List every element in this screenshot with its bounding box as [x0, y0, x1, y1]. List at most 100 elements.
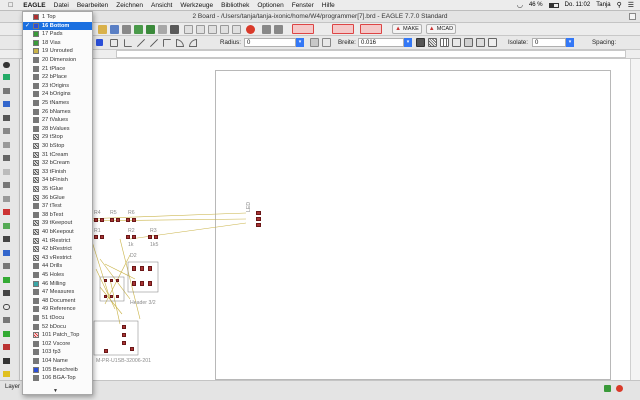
menu-werkzeuge[interactable]: Werkzeuge [176, 2, 217, 9]
route-tool-icon[interactable] [3, 250, 10, 256]
user-text[interactable]: Tanja [596, 2, 610, 8]
copy-tool-icon[interactable] [3, 128, 10, 134]
layer-item[interactable]: 29 tStop [23, 133, 92, 141]
layer-item[interactable]: 1 Top [23, 13, 92, 21]
pad-led-3[interactable] [256, 223, 261, 227]
breite-chevron-icon[interactable]: ▾ [404, 38, 412, 47]
menu-optionen[interactable]: Optionen [253, 2, 287, 9]
pad-ic-4[interactable] [104, 295, 107, 298]
pcb-quote-icon[interactable] [332, 24, 354, 34]
layer-item[interactable]: 26 bNames [23, 108, 92, 116]
menu-eagle[interactable]: EAGLE [19, 2, 49, 9]
layer-item[interactable]: 19 Unrouted [23, 47, 92, 55]
layer-dropdown[interactable]: 1 Top ✓ 16 Bottom 17 Pads 18 Vias 19 Unrouted… [22, 11, 93, 395]
vertical-scrollbar[interactable] [630, 59, 640, 380]
isolate-input[interactable]: 0 [532, 38, 566, 47]
bend-2-icon[interactable] [137, 39, 145, 47]
pour-hatch-icon[interactable] [428, 38, 437, 47]
layer-item[interactable]: ✓ 16 Bottom [23, 21, 92, 30]
layer-item[interactable]: 101 Patch_Top [23, 331, 92, 339]
miter-round-icon[interactable] [310, 38, 319, 47]
pour-solid-icon[interactable] [416, 38, 425, 47]
command-input[interactable] [116, 50, 626, 58]
menu-zeichnen[interactable]: Zeichnen [112, 2, 147, 9]
name-tool-icon[interactable] [3, 236, 10, 242]
layer-item[interactable]: 35 tGlue [23, 185, 92, 193]
wire-tool-icon[interactable] [3, 277, 10, 283]
zoom-select-icon[interactable] [220, 25, 229, 34]
open-icon[interactable] [98, 25, 107, 34]
pad-usb-5[interactable] [104, 349, 108, 353]
zoom-fit-icon[interactable] [184, 25, 193, 34]
pad-r3-b[interactable] [154, 235, 158, 239]
info-tool-icon[interactable] [3, 62, 10, 68]
pour-mode-icon[interactable] [488, 38, 497, 47]
layer-item[interactable]: 48 Document [23, 297, 92, 305]
rotate-tool-icon[interactable] [3, 155, 10, 161]
status-stop-icon[interactable] [616, 385, 623, 392]
pour-cut-icon[interactable] [476, 38, 485, 47]
pad-r3-a[interactable] [148, 235, 152, 239]
script-icon[interactable] [158, 25, 167, 34]
layer-item[interactable]: 46 Milling [23, 280, 92, 288]
wifi-icon[interactable]: ◡ [517, 1, 523, 9]
radius-input[interactable]: 0 [244, 38, 296, 47]
save-icon[interactable] [110, 25, 119, 34]
polygon-tool-icon[interactable] [3, 317, 10, 323]
bend-0-icon[interactable] [110, 39, 118, 47]
change-tool-icon[interactable] [3, 182, 10, 188]
layer-item[interactable]: 33 tFinish [23, 168, 92, 176]
layer-item[interactable]: 39 tKeepout [23, 219, 92, 227]
layer-item[interactable]: 102 Vscore [23, 340, 92, 348]
status-ok-icon[interactable] [604, 385, 611, 392]
board-icon[interactable] [146, 25, 155, 34]
menu-datei[interactable]: Datei [50, 2, 73, 9]
pour-rank-icon[interactable] [440, 38, 449, 47]
bend-3-icon[interactable] [150, 39, 158, 47]
menu-hilfe[interactable]: Hilfe [318, 2, 339, 9]
order-pcb-icon[interactable] [360, 24, 382, 34]
zoom-out-icon[interactable] [208, 25, 217, 34]
menu-fenster[interactable]: Fenster [288, 2, 318, 9]
pour-thermals-icon[interactable] [464, 38, 473, 47]
layer-item[interactable]: 41 tRestrict [23, 237, 92, 245]
design-link-icon[interactable] [292, 24, 314, 34]
via-tool-icon[interactable] [3, 331, 10, 337]
layer-item[interactable]: 28 bValues [23, 125, 92, 133]
layer-item[interactable]: 103 fp3 [23, 348, 92, 356]
cam-icon[interactable] [134, 25, 143, 34]
stop-icon[interactable] [246, 25, 255, 34]
bend-4-icon[interactable] [163, 39, 171, 47]
radius-chevron-icon[interactable]: ▾ [296, 38, 304, 47]
pad-r1-b[interactable] [100, 235, 104, 239]
ripup-tool-icon[interactable] [3, 263, 10, 269]
layer-item[interactable]: 40 bKeepout [23, 228, 92, 236]
miter-straight-icon[interactable] [322, 38, 331, 47]
layer-item[interactable]: 24 bOrigins [23, 90, 92, 98]
menu-bearbeiten[interactable]: Bearbeiten [73, 2, 112, 9]
pad-ic-5[interactable] [110, 295, 113, 298]
text-tool-icon[interactable] [3, 290, 10, 296]
pad-usb-2[interactable] [122, 333, 126, 337]
pad-usb-3[interactable] [122, 341, 126, 345]
display-tool-icon[interactable] [3, 88, 10, 94]
pad-r6-a[interactable] [126, 218, 130, 222]
pad-r5-a[interactable] [110, 218, 114, 222]
menu-ansicht[interactable]: Ansicht [147, 2, 176, 9]
layer-item[interactable]: 36 bGlue [23, 194, 92, 202]
mcad-button[interactable]: ▲ MCAD [426, 24, 456, 34]
pad-r4-a[interactable] [94, 218, 98, 222]
pad-header-1[interactable] [132, 266, 136, 271]
layer-item[interactable]: 49 Reference [23, 305, 92, 313]
battery-text[interactable]: 46 % [529, 2, 543, 8]
layer-item[interactable]: 105 Beschreib [23, 366, 92, 374]
undo-icon[interactable] [262, 25, 271, 34]
layer-item[interactable]: 38 bTest [23, 211, 92, 219]
pad-ic-3[interactable] [116, 279, 119, 282]
layer-swatch-icon[interactable] [96, 39, 103, 46]
pad-r2-b[interactable] [132, 235, 136, 239]
layer-item[interactable]: 104 Name [23, 357, 92, 365]
pad-r1-a[interactable] [94, 235, 98, 239]
layer-item[interactable]: 47 Measures [23, 288, 92, 296]
pad-ic-6[interactable] [116, 295, 119, 298]
